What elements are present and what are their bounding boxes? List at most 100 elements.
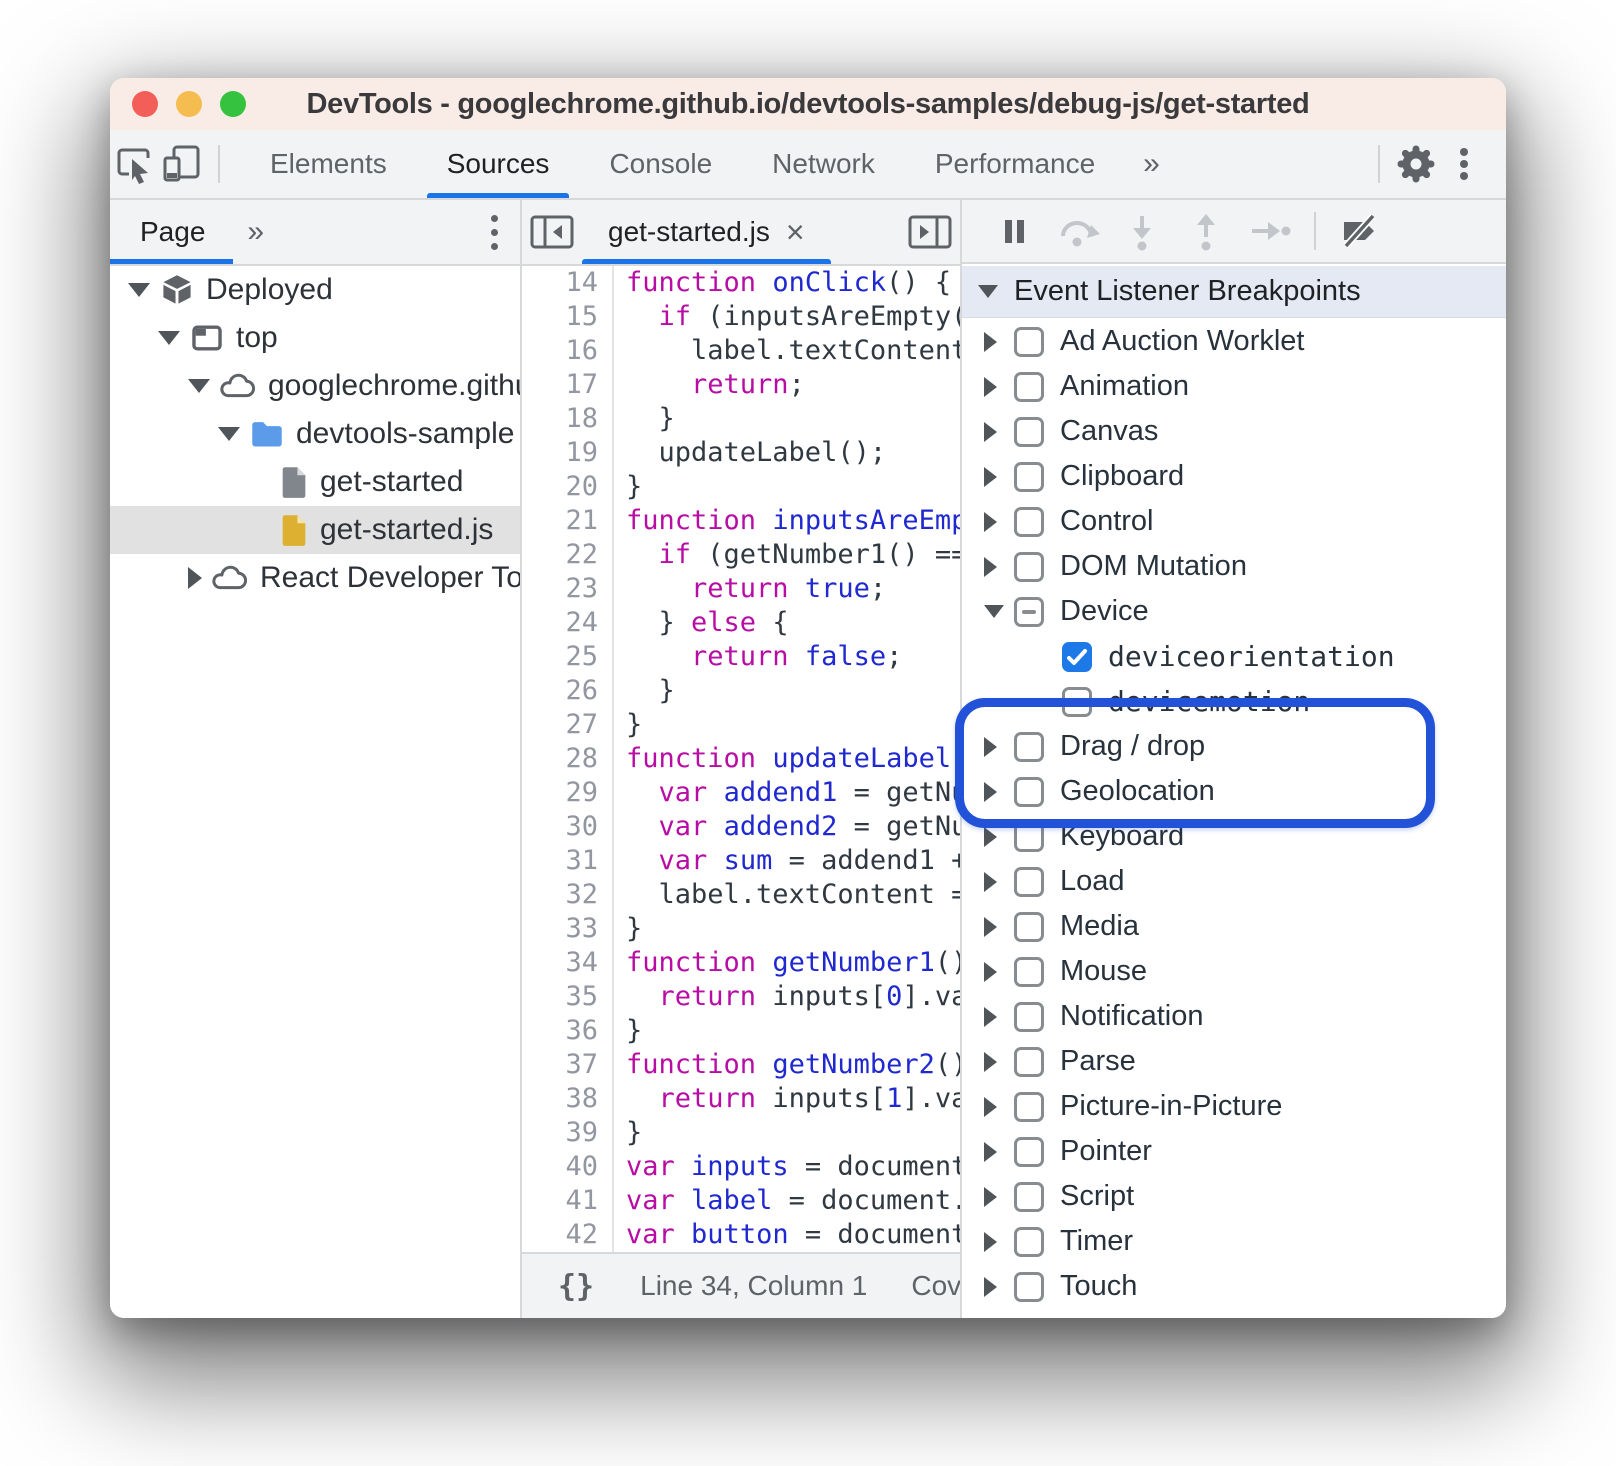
line-number[interactable]: 26 bbox=[522, 674, 614, 708]
editor-tab-get-started-js[interactable]: get-started.js × bbox=[582, 200, 831, 264]
line-number[interactable]: 24 bbox=[522, 606, 614, 640]
breakpoint-row-canvas[interactable]: Canvas bbox=[962, 409, 1506, 454]
line-number[interactable]: 21 bbox=[522, 504, 614, 538]
tree-item-get-started-js[interactable]: get-started.js bbox=[110, 506, 520, 554]
breakpoint-expander-icon[interactable] bbox=[984, 782, 1014, 802]
breakpoint-row-parse[interactable]: Parse bbox=[962, 1039, 1506, 1084]
breakpoint-expander-icon[interactable] bbox=[984, 557, 1014, 577]
checkbox-unchecked[interactable] bbox=[1014, 552, 1044, 582]
breakpoint-row-deviceorientation[interactable]: deviceorientation bbox=[962, 634, 1506, 679]
tree-expander-icon[interactable] bbox=[188, 567, 202, 589]
breakpoint-expander-icon[interactable] bbox=[984, 917, 1014, 937]
breakpoint-row-device[interactable]: Device bbox=[962, 589, 1506, 634]
line-number[interactable]: 41 bbox=[522, 1184, 614, 1218]
breakpoint-expander-icon[interactable] bbox=[984, 1232, 1014, 1252]
breakpoint-row-notification[interactable]: Notification bbox=[962, 994, 1506, 1039]
line-number[interactable]: 15 bbox=[522, 300, 614, 334]
breakpoint-row-ad-auction-worklet[interactable]: Ad Auction Worklet bbox=[962, 319, 1506, 364]
breakpoint-row-load[interactable]: Load bbox=[962, 859, 1506, 904]
step-over-icon[interactable] bbox=[1046, 207, 1110, 255]
line-number[interactable]: 30 bbox=[522, 810, 614, 844]
line-number[interactable]: 31 bbox=[522, 844, 614, 878]
tree-item-top[interactable]: top bbox=[110, 314, 520, 362]
line-number[interactable]: 16 bbox=[522, 334, 614, 368]
panel-right-toggle-icon[interactable] bbox=[900, 200, 960, 264]
breakpoint-row-media[interactable]: Media bbox=[962, 904, 1506, 949]
checkbox-unchecked[interactable] bbox=[1014, 1092, 1044, 1122]
breakpoint-row-geolocation[interactable]: Geolocation bbox=[962, 769, 1506, 814]
tree-item-devtools-sample[interactable]: devtools-sample bbox=[110, 410, 520, 458]
checkbox-unchecked[interactable] bbox=[1014, 822, 1044, 852]
breakpoint-row-pointer[interactable]: Pointer bbox=[962, 1129, 1506, 1174]
breakpoint-row-picture-in-picture[interactable]: Picture-in-Picture bbox=[962, 1084, 1506, 1129]
breakpoint-row-keyboard[interactable]: Keyboard bbox=[962, 814, 1506, 859]
breakpoint-row-timer[interactable]: Timer bbox=[962, 1219, 1506, 1264]
navigator-kebab-menu-icon[interactable] bbox=[491, 215, 498, 250]
step-icon[interactable] bbox=[1238, 207, 1302, 255]
tree-item-react-developer-to[interactable]: React Developer To bbox=[110, 554, 520, 602]
checkbox-unchecked[interactable] bbox=[1014, 1227, 1044, 1257]
checkbox-checked[interactable] bbox=[1062, 642, 1092, 672]
line-number[interactable]: 19 bbox=[522, 436, 614, 470]
checkbox-unchecked[interactable] bbox=[1014, 777, 1044, 807]
tab-performance[interactable]: Performance bbox=[905, 130, 1125, 198]
line-number[interactable]: 39 bbox=[522, 1116, 614, 1150]
kebab-menu-icon[interactable] bbox=[1440, 140, 1488, 188]
line-number[interactable]: 35 bbox=[522, 980, 614, 1014]
tab-page[interactable]: Page bbox=[110, 200, 233, 264]
panel-left-toggle-icon[interactable] bbox=[522, 200, 582, 264]
breakpoint-expander-icon[interactable] bbox=[984, 1142, 1014, 1162]
more-tabs-button[interactable]: » bbox=[1125, 147, 1178, 181]
breakpoint-expander-icon[interactable] bbox=[984, 1097, 1014, 1117]
line-number[interactable]: 34 bbox=[522, 946, 614, 980]
breakpoint-row-drag-drop[interactable]: Drag / drop bbox=[962, 724, 1506, 769]
line-number[interactable]: 18 bbox=[522, 402, 614, 436]
breakpoint-expander-icon[interactable] bbox=[984, 1007, 1014, 1027]
tree-expander-icon[interactable] bbox=[188, 379, 210, 393]
line-number[interactable]: 33 bbox=[522, 912, 614, 946]
breakpoint-row-devicemotion[interactable]: devicemotion bbox=[962, 679, 1506, 724]
checkbox-indeterminate[interactable] bbox=[1014, 597, 1044, 627]
checkbox-unchecked[interactable] bbox=[1014, 1047, 1044, 1077]
breakpoint-row-control[interactable]: Control bbox=[962, 499, 1506, 544]
tab-elements[interactable]: Elements bbox=[240, 130, 417, 198]
breakpoint-expander-icon[interactable] bbox=[984, 872, 1014, 892]
line-number[interactable]: 38 bbox=[522, 1082, 614, 1116]
line-number[interactable]: 40 bbox=[522, 1150, 614, 1184]
checkbox-unchecked[interactable] bbox=[1062, 687, 1092, 717]
checkbox-unchecked[interactable] bbox=[1014, 732, 1044, 762]
tree-item-deployed[interactable]: Deployed bbox=[110, 266, 520, 314]
breakpoint-row-dom-mutation[interactable]: DOM Mutation bbox=[962, 544, 1506, 589]
breakpoint-expander-icon[interactable] bbox=[984, 422, 1014, 442]
more-navigator-tabs-button[interactable]: » bbox=[233, 215, 278, 249]
checkbox-unchecked[interactable] bbox=[1014, 507, 1044, 537]
deactivate-breakpoints-icon[interactable] bbox=[1328, 207, 1392, 255]
breakpoint-row-mouse[interactable]: Mouse bbox=[962, 949, 1506, 994]
breakpoint-expander-icon[interactable] bbox=[984, 512, 1014, 532]
checkbox-unchecked[interactable] bbox=[1014, 1137, 1044, 1167]
breakpoint-expander-icon[interactable] bbox=[984, 605, 1014, 618]
tree-item-get-started[interactable]: get-started bbox=[110, 458, 520, 506]
line-number[interactable]: 36 bbox=[522, 1014, 614, 1048]
checkbox-unchecked[interactable] bbox=[1014, 372, 1044, 402]
breakpoint-row-touch[interactable]: Touch bbox=[962, 1264, 1506, 1309]
device-toolbar-icon[interactable] bbox=[158, 140, 206, 188]
tree-expander-icon[interactable] bbox=[218, 427, 242, 441]
breakpoint-expander-icon[interactable] bbox=[984, 827, 1014, 847]
step-out-icon[interactable] bbox=[1174, 207, 1238, 255]
breakpoint-row-script[interactable]: Script bbox=[962, 1174, 1506, 1219]
checkbox-unchecked[interactable] bbox=[1014, 912, 1044, 942]
breakpoint-expander-icon[interactable] bbox=[984, 737, 1014, 757]
breakpoint-expander-icon[interactable] bbox=[984, 1187, 1014, 1207]
checkbox-unchecked[interactable] bbox=[1014, 327, 1044, 357]
line-number[interactable]: 29 bbox=[522, 776, 614, 810]
checkbox-unchecked[interactable] bbox=[1014, 462, 1044, 492]
tab-network[interactable]: Network bbox=[742, 130, 905, 198]
line-number[interactable]: 20 bbox=[522, 470, 614, 504]
tree-expander-icon[interactable] bbox=[128, 283, 152, 297]
line-number[interactable]: 42 bbox=[522, 1218, 614, 1252]
checkbox-unchecked[interactable] bbox=[1014, 1272, 1044, 1302]
tab-console[interactable]: Console bbox=[579, 130, 742, 198]
line-number[interactable]: 37 bbox=[522, 1048, 614, 1082]
event-listener-breakpoints-header[interactable]: Event Listener Breakpoints bbox=[962, 266, 1506, 318]
